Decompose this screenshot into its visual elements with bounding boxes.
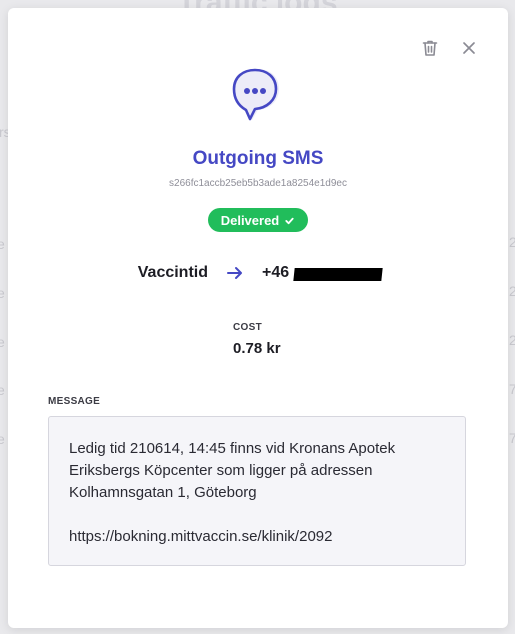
check-icon: [285, 217, 294, 224]
delete-button[interactable]: [420, 38, 440, 58]
sender-name: Vaccintid: [137, 264, 208, 281]
trash-icon: [422, 40, 438, 56]
background-edge-text: e: [0, 236, 5, 252]
background-edge-text: e: [0, 285, 5, 301]
background-edge-text: e: [0, 382, 5, 398]
close-icon: [463, 42, 475, 54]
recipient-number: +46: [262, 264, 290, 281]
redaction-bar: [293, 268, 383, 281]
close-button[interactable]: [459, 38, 479, 58]
background-edge-text: e: [0, 334, 5, 350]
background-edge-text: 7: [509, 430, 515, 446]
background-edge-text: 2: [509, 332, 515, 348]
message-body: Ledig tid 210614, 14:45 finns vid Kronan…: [48, 416, 466, 566]
chat-bubble-icon: [232, 68, 279, 121]
background-edge-text: 2: [509, 283, 515, 299]
message-id: s266fc1accb25eb5b3ade1a8254e1d9ec: [169, 178, 347, 189]
background-edge-text: 2: [509, 234, 515, 250]
modal-title: Outgoing SMS: [192, 148, 324, 169]
message-label: MESSAGE: [48, 396, 101, 407]
background-edge-text: e: [0, 431, 5, 447]
sms-detail-modal: Outgoing SMS s266fc1accb25eb5b3ade1a8254…: [8, 8, 508, 628]
status-badge: Delivered: [208, 208, 308, 232]
background-edge-text: 7: [509, 381, 515, 397]
status-label: Delivered: [220, 212, 280, 228]
arrow-right-icon: [227, 267, 242, 279]
cost-value: 0.78 kr: [233, 340, 281, 357]
cost-label: COST: [233, 322, 262, 333]
